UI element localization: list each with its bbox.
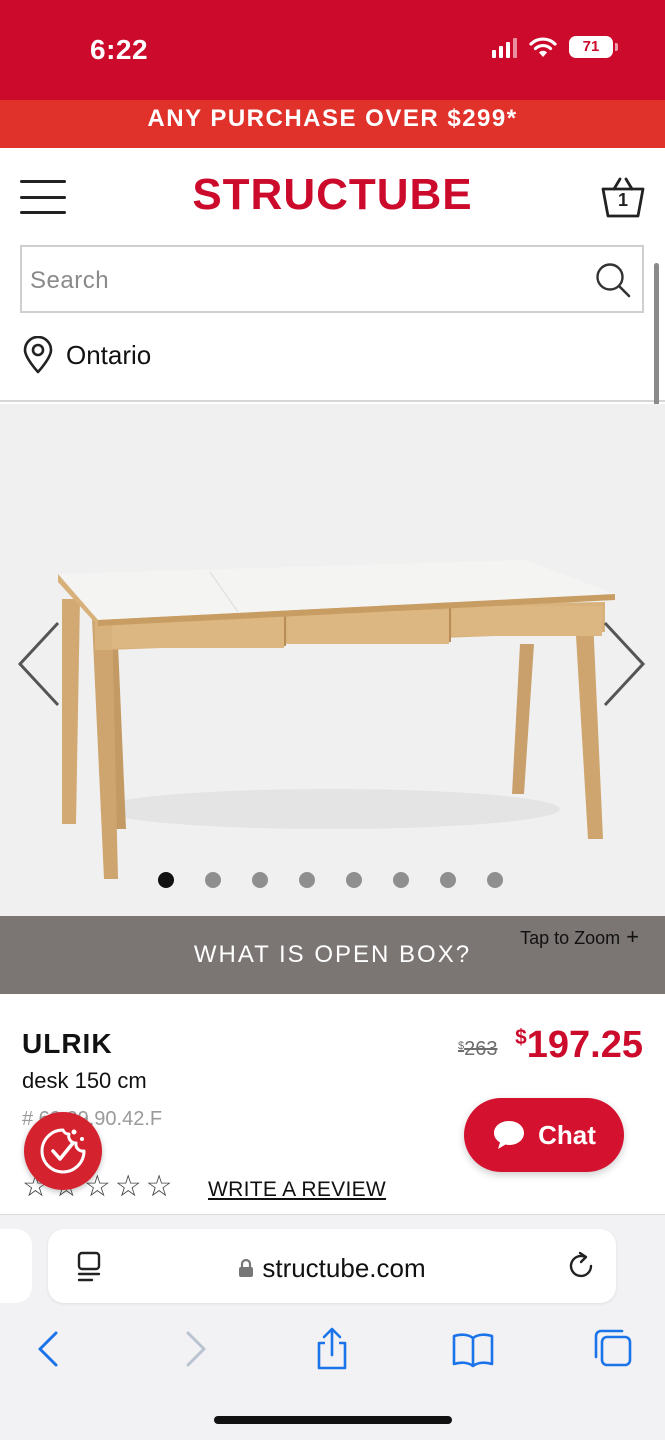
cart-count-badge: 1 bbox=[617, 190, 628, 210]
url-display[interactable]: structube.com bbox=[48, 1253, 616, 1284]
bookmarks-icon[interactable] bbox=[451, 1327, 495, 1371]
sale-price-value: 197.25 bbox=[526, 1024, 643, 1066]
forward-arrow-icon[interactable] bbox=[172, 1327, 216, 1371]
chat-button[interactable]: Chat bbox=[464, 1098, 624, 1172]
gallery-dot[interactable] bbox=[158, 872, 174, 888]
cookie-check-icon bbox=[40, 1128, 86, 1174]
tabs-icon[interactable] bbox=[592, 1327, 636, 1371]
gallery-dot[interactable] bbox=[346, 872, 362, 888]
open-box-bar[interactable]: Tap to Zoom + WHAT IS OPEN BOX? bbox=[0, 916, 665, 994]
open-box-link[interactable]: WHAT IS OPEN BOX? bbox=[0, 941, 665, 969]
product-image[interactable] bbox=[0, 404, 665, 916]
star-icon[interactable]: ☆ bbox=[115, 1172, 142, 1202]
battery-icon: 71 bbox=[569, 36, 618, 58]
next-image-arrow-icon[interactable] bbox=[599, 619, 649, 709]
star-icon[interactable]: ☆ bbox=[146, 1172, 173, 1202]
wifi-icon bbox=[529, 37, 557, 57]
chat-bubble-icon bbox=[494, 1121, 525, 1149]
write-review-link[interactable]: WRITE A REVIEW bbox=[208, 1178, 386, 1202]
gallery-dot[interactable] bbox=[205, 872, 221, 888]
gallery-pagination bbox=[0, 872, 665, 888]
search-icon[interactable] bbox=[594, 261, 632, 299]
cart-button[interactable]: 1 bbox=[600, 176, 646, 218]
original-price-value: 263 bbox=[464, 1038, 498, 1060]
status-icons: 71 bbox=[492, 36, 618, 58]
reload-icon[interactable] bbox=[566, 1251, 596, 1281]
location-pin-icon bbox=[23, 336, 53, 374]
gallery-dot[interactable] bbox=[487, 872, 503, 888]
site-logo[interactable]: STRUCTUBE bbox=[0, 170, 665, 220]
back-arrow-icon[interactable] bbox=[28, 1327, 72, 1371]
location-selector[interactable]: Ontario bbox=[22, 336, 151, 374]
original-price-currency: $ bbox=[458, 1040, 465, 1052]
gallery-dot[interactable] bbox=[440, 872, 456, 888]
browser-chrome: structube.com bbox=[0, 1214, 665, 1440]
search-placeholder: Search bbox=[30, 267, 110, 294]
location-label: Ontario bbox=[66, 339, 152, 370]
share-icon[interactable] bbox=[310, 1327, 354, 1371]
url-text: structube.com bbox=[262, 1253, 426, 1283]
lock-icon bbox=[239, 1259, 254, 1278]
gallery-dot[interactable] bbox=[393, 872, 409, 888]
previous-image-arrow-icon[interactable] bbox=[14, 619, 64, 709]
product-name: ULRIK bbox=[22, 1028, 113, 1059]
status-time: 6:22 bbox=[90, 34, 149, 65]
status-bar: 6:22 71 bbox=[0, 0, 665, 100]
previous-tab-preview[interactable] bbox=[0, 1229, 32, 1303]
gallery-dot[interactable] bbox=[252, 872, 268, 888]
promo-banner[interactable]: ANY PURCHASE OVER $299* bbox=[0, 100, 665, 148]
gallery-dot[interactable] bbox=[299, 872, 315, 888]
address-bar[interactable]: structube.com bbox=[48, 1229, 616, 1303]
product-gallery[interactable] bbox=[0, 404, 665, 916]
cookie-consent-button[interactable] bbox=[24, 1112, 102, 1190]
site-header: STRUCTUBE 1 Search Ontario bbox=[0, 148, 665, 528]
browser-toolbar bbox=[0, 1323, 665, 1373]
search-input[interactable]: Search bbox=[20, 245, 644, 313]
cellular-signal-icon bbox=[492, 36, 517, 58]
sale-price-currency: $ bbox=[515, 1026, 527, 1049]
home-indicator bbox=[214, 1416, 452, 1424]
original-price: $263 bbox=[458, 1038, 498, 1061]
chat-label: Chat bbox=[538, 1119, 596, 1150]
sale-price: $197.25 bbox=[515, 1024, 643, 1067]
product-description: desk 150 cm bbox=[22, 1068, 147, 1093]
